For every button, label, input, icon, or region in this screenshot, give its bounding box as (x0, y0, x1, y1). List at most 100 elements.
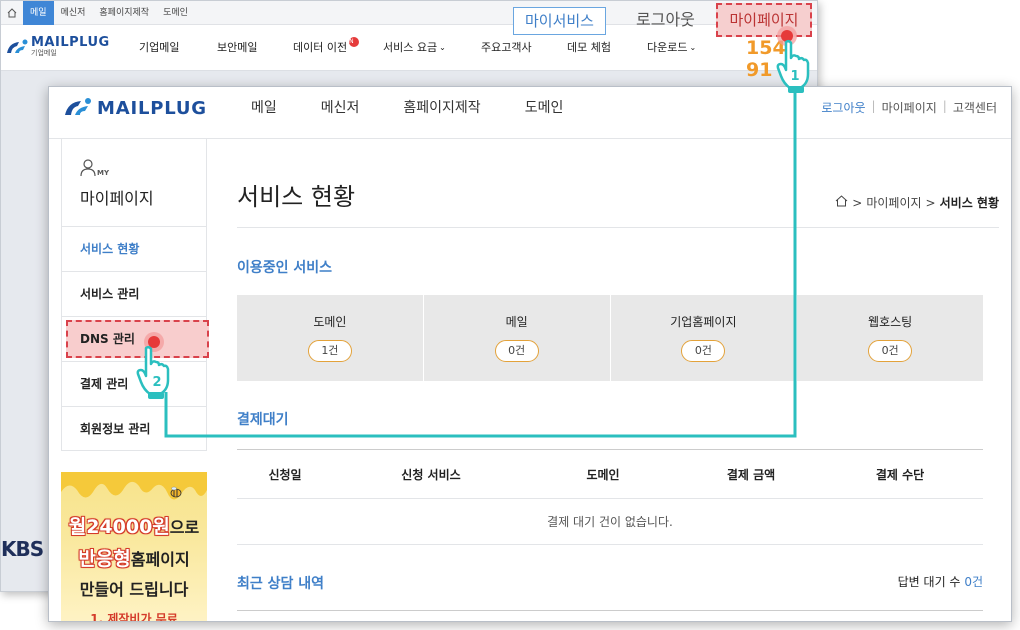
promo-responsive-line: 반응형홈페이지 (61, 544, 207, 571)
fg-main-nav: 메일 메신저 홈페이지제작 도메인 (251, 97, 607, 117)
service-name: 도메인 (313, 315, 347, 329)
service-name: 웹호스팅 (868, 315, 913, 329)
sidebar-item-service-status[interactable]: 서비스 현황 (62, 227, 206, 272)
phone-end: 91 (746, 59, 773, 81)
bg-nav-label: 기업메일 (139, 41, 180, 54)
util-customer-center[interactable]: 고객센터 (953, 99, 997, 116)
bg-nav: 기업메일 보안메일 데이터 이전 N 서비스 요금 ⌄ 주요고객사 데모 체험 다운… (139, 37, 717, 55)
divider: | (871, 99, 876, 113)
column-header: 결제 수단 (875, 467, 925, 482)
bg-nav-clients[interactable]: 주요고객사 (481, 39, 567, 55)
fg-logo-text: MAILPLUG (97, 97, 207, 119)
bg-nav-label: 데모 체험 (567, 41, 611, 54)
bg-nav-label: 보안메일 (217, 41, 258, 54)
column-header: 도메인 (586, 467, 620, 482)
sidebar-item-service-management[interactable]: 서비스 관리 (62, 272, 206, 317)
service-card-webhosting[interactable]: 웹호스팅 0건 (797, 295, 983, 381)
util-mypage[interactable]: 마이페이지 (882, 99, 937, 116)
section-title-services: 이용중인 서비스 (237, 260, 333, 276)
util-logout[interactable]: 로그아웃 (821, 99, 865, 116)
bg-top-tab-messenger[interactable]: 메신저 (54, 1, 93, 25)
column-header: 결제 금액 (726, 467, 776, 482)
promo-price-line: 월24000원으로 (61, 512, 207, 539)
breadcrumb: > 마이페이지 > 서비스 현황 (835, 194, 999, 211)
column-header: 신청일 (268, 467, 302, 482)
new-badge: N (349, 37, 360, 47)
bg-nav-pricing[interactable]: 서비스 요금 ⌄ (383, 39, 481, 55)
bg-nav-demo[interactable]: 데모 체험 (567, 39, 647, 55)
home-icon[interactable] (1, 1, 23, 25)
user-my-icon: MY (80, 159, 188, 177)
bee-icon (170, 486, 182, 498)
answer-wait-count: 답변 대기 수 0건 (898, 573, 983, 590)
bg-top-tab-mail[interactable]: 메일 (23, 1, 54, 25)
breadcrumb-mypage[interactable]: 마이페이지 (866, 194, 921, 211)
home-icon[interactable] (835, 195, 848, 210)
bg-top-tab-domain[interactable]: 도메인 (156, 1, 195, 25)
payment-table: 신청일 신청 서비스 도메인 결제 금액 결제 수단 결제 대기 건이 없습니다… (237, 449, 983, 545)
breadcrumb-current: 서비스 현황 (939, 196, 999, 210)
title-divider (237, 227, 999, 228)
service-card-domain[interactable]: 도메인 1건 (237, 295, 424, 381)
page-title: 서비스 현황 (237, 183, 356, 211)
main-content: 서비스 현황 > 마이페이지 > 서비스 현황 이용중인 서비스 도메인 1건 … (237, 139, 999, 621)
bg-nav-label: 서비스 요금 (383, 41, 438, 54)
bg-phone-number: 15491 (746, 37, 817, 81)
fg-utility-links: 로그아웃 | 마이페이지 | 고객센터 (821, 99, 997, 116)
mailplug-logo-icon (65, 98, 91, 115)
my-service-button[interactable]: 마이서비스 (513, 7, 606, 35)
sidebar-item-dns-management[interactable]: DNS 관리 (66, 320, 209, 358)
bg-nav-corporate-mail[interactable]: 기업메일 (139, 39, 217, 55)
promo-banner[interactable]: 월24000원으로 반응형홈페이지 만들어 드립니다 1. 제작비가 무료 (61, 472, 207, 622)
bg-nav-download[interactable]: 다운로드 ⌄ (647, 39, 717, 55)
breadcrumb-separator-icon: > (925, 195, 936, 210)
wait-label: 답변 대기 수 (897, 575, 961, 589)
nav-domain[interactable]: 도메인 (525, 97, 564, 117)
bg-nav-label: 주요고객사 (481, 41, 532, 54)
bg-logo[interactable]: MAILPLUG 기업메일 (5, 35, 110, 58)
sidebar-header: MY 마이페이지 (62, 139, 206, 227)
service-count-badge: 1건 (307, 340, 352, 362)
service-count-badge: 0건 (868, 340, 913, 362)
consult-divider (237, 610, 983, 611)
logout-button[interactable]: 로그아웃 (636, 8, 695, 32)
service-card-homepage[interactable]: 기업홈페이지 0건 (611, 295, 798, 381)
bg-nav-label: 다운로드 (647, 41, 688, 54)
column-header: 신청 서비스 (401, 467, 461, 482)
bg-kbs-logo: KBS (1, 537, 44, 561)
promo-price: 월24000원 (68, 516, 170, 538)
breadcrumb-separator-icon: > (852, 195, 863, 210)
bg-top-tab-homepage[interactable]: 홈페이지제작 (92, 1, 156, 25)
mailplug-logo-icon (7, 39, 28, 53)
my-page-button-highlighted[interactable]: 마이페이지 (716, 3, 812, 37)
payment-empty-message: 결제 대기 건이 없습니다. (237, 499, 983, 545)
my-label: MY (97, 169, 110, 177)
promo-make-line: 만들어 드립니다 (79, 580, 189, 599)
section-title-consult: 최근 상담 내역 (237, 576, 325, 592)
nav-messenger[interactable]: 메신저 (321, 97, 360, 117)
sidebar-item-member-info[interactable]: 회원정보 관리 (62, 407, 206, 452)
promo-responsive: 반응형 (78, 548, 131, 570)
fg-header: MAILPLUG 메일 메신저 홈페이지제작 도메인 로그아웃 | 마이페이지 … (49, 87, 1011, 139)
service-card-mail[interactable]: 메일 0건 (424, 295, 611, 381)
divider: | (942, 99, 947, 113)
bg-nav-data-migration[interactable]: 데이터 이전 N (293, 37, 383, 55)
phone-start: 154 (746, 37, 786, 59)
service-count-badge: 0건 (494, 340, 539, 362)
sidebar-title: 마이페이지 (80, 189, 154, 208)
bg-nav-secure-mail[interactable]: 보안메일 (217, 39, 293, 55)
services-summary: 도메인 1건 메일 0건 기업홈페이지 0건 웹호스팅 0건 (237, 295, 983, 381)
promo-benefit-line: 1. 제작비가 무료 (90, 612, 178, 622)
service-name: 기업홈페이지 (670, 315, 737, 329)
bg-logo-text: MAILPLUG (31, 35, 110, 50)
section-title-payment: 결제대기 (237, 412, 289, 428)
sidebar: MY 마이페이지 서비스 현황 서비스 관리 DNS 관리 결제 관리 회원정보… (61, 139, 209, 452)
sidebar-dns-wrapper: DNS 관리 (62, 317, 209, 362)
wait-number[interactable]: 0건 (964, 575, 983, 589)
fg-logo[interactable]: MAILPLUG (63, 97, 207, 119)
nav-mail[interactable]: 메일 (251, 97, 277, 117)
service-count-badge: 0건 (681, 340, 726, 362)
nav-homepage[interactable]: 홈페이지제작 (403, 97, 480, 117)
promo-price-suffix: 으로 (169, 518, 200, 537)
sidebar-item-payment-management[interactable]: 결제 관리 (62, 362, 206, 407)
